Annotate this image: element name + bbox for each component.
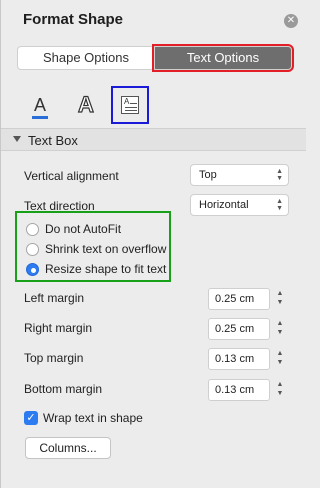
text-effects-tab[interactable]: A [67, 86, 105, 124]
text-fill-icon: A [31, 96, 48, 119]
pane-title: Format Shape [23, 11, 124, 28]
vertical-alignment-select[interactable]: Top ▲ ▼ [190, 164, 289, 186]
wrap-text-label: Wrap text in shape [43, 411, 143, 425]
radio-label: Do not AutoFit [45, 222, 122, 236]
stepper-arrows-icon[interactable]: ▲ ▼ [274, 319, 286, 339]
right-margin-label: Right margin [24, 321, 93, 335]
stepper-arrows-icon[interactable]: ▲ ▼ [274, 380, 286, 400]
radio-resize-shape[interactable]: Resize shape to fit text [26, 262, 166, 276]
radio-shrink-text[interactable]: Shrink text on overflow [26, 242, 166, 256]
autofit-radio-group: Do not AutoFit Shrink text on overflow R… [15, 211, 171, 282]
checkmark-icon: ✓ [24, 411, 38, 425]
tab-text-options[interactable]: Text Options [152, 44, 294, 72]
columns-button[interactable]: Columns... [25, 437, 111, 459]
left-margin-field[interactable]: 0.25 cm [208, 288, 270, 310]
top-margin-field[interactable]: 0.13 cm [208, 348, 270, 370]
scrollbar[interactable] [300, 129, 306, 469]
text-effects-icon: A [77, 91, 94, 117]
radio-do-not-autofit[interactable]: Do not AutoFit [26, 222, 121, 236]
radio-circle [26, 242, 39, 256]
text-direction-value: Horizontal [199, 199, 249, 211]
textbox-icon: A [121, 96, 139, 114]
section-header-text-box[interactable]: Text Box [1, 129, 306, 151]
stepper-arrows-icon[interactable]: ▲ ▼ [274, 349, 286, 369]
radio-label: Shrink text on overflow [45, 242, 167, 256]
bottom-margin-field[interactable]: 0.13 cm [208, 379, 270, 401]
vertical-alignment-value: Top [199, 169, 217, 181]
textbox-tab[interactable]: A [111, 86, 149, 124]
section-title: Text Box [28, 133, 78, 148]
popup-arrows-icon: ▲ ▼ [276, 168, 283, 182]
right-margin-field[interactable]: 0.25 cm [208, 318, 270, 340]
top-margin-label: Top margin [24, 351, 84, 365]
top-margin-stepper: 0.13 cm ▲ ▼ [208, 348, 288, 370]
stepper-arrows-icon[interactable]: ▲ ▼ [274, 289, 286, 309]
vertical-alignment-label: Vertical alignment [24, 169, 119, 183]
radio-label: Resize shape to fit text [45, 262, 167, 276]
text-direction-select[interactable]: Horizontal ▲ ▼ [190, 194, 289, 216]
radio-circle-selected [26, 262, 39, 276]
options-segmented-control: Shape Options Text Options [17, 44, 294, 72]
disclosure-triangle-icon [13, 136, 21, 142]
left-margin-stepper: 0.25 cm ▲ ▼ [208, 288, 288, 310]
popup-arrows-icon: ▲ ▼ [276, 198, 283, 212]
bottom-margin-label: Bottom margin [24, 382, 103, 396]
left-margin-label: Left margin [24, 291, 85, 305]
close-icon[interactable]: ✕ [284, 14, 298, 28]
tab-shape-options[interactable]: Shape Options [17, 46, 154, 70]
text-fill-tab[interactable]: A [21, 86, 59, 124]
right-margin-stepper: 0.25 cm ▲ ▼ [208, 318, 288, 340]
bottom-margin-stepper: 0.13 cm ▲ ▼ [208, 379, 288, 401]
radio-circle [26, 222, 39, 236]
wrap-text-checkbox[interactable]: ✓ Wrap text in shape [24, 411, 143, 425]
format-shape-pane: Format Shape ✕ Shape Options Text Option… [0, 0, 306, 488]
